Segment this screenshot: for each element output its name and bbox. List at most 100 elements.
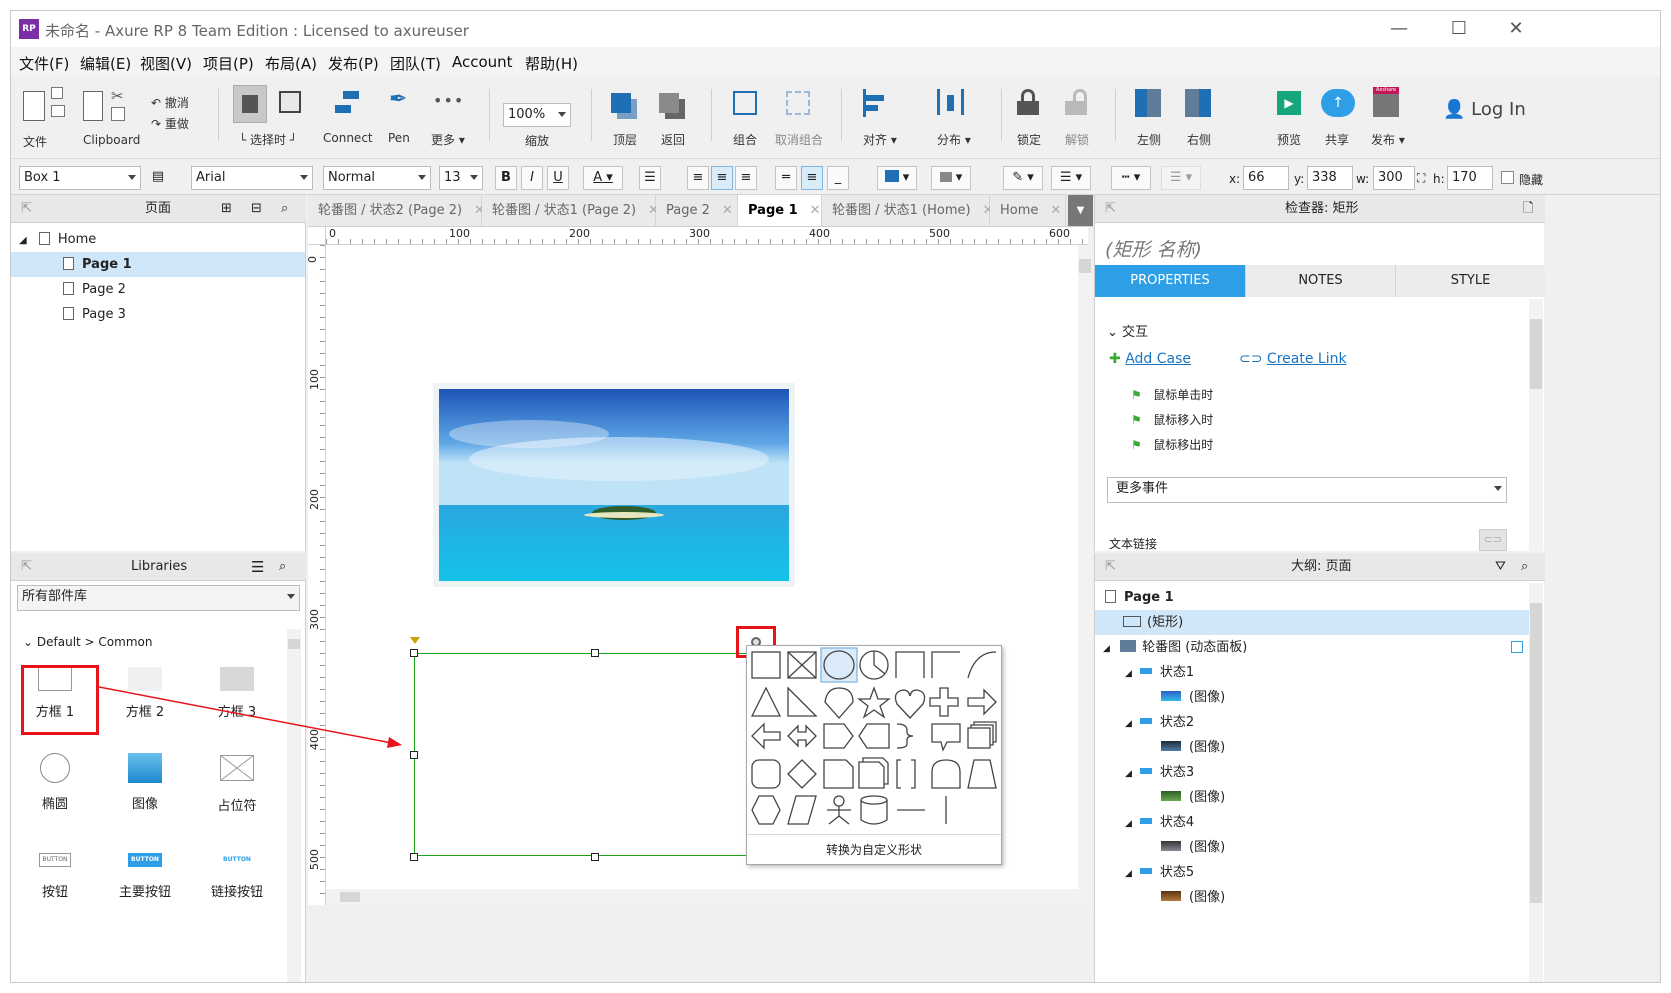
outline-row-image[interactable]: (图像) <box>1095 885 1535 910</box>
outline-row-image[interactable]: (图像) <box>1095 685 1535 710</box>
interaction-section-header[interactable]: ⌄ 交互 <box>1107 321 1148 340</box>
notes-page-icon[interactable]: 🗋 <box>1523 195 1533 223</box>
underline-button[interactable]: U <box>547 166 569 190</box>
inspector-scrollbar[interactable] <box>1529 299 1543 551</box>
valign-bottom-icon[interactable]: _ <box>827 166 849 190</box>
shape-cross[interactable] <box>929 687 959 717</box>
line-pattern-button[interactable]: ┅ ▾ <box>1111 166 1151 190</box>
outline-row-image[interactable]: (图像) <box>1095 835 1535 860</box>
lock-ratio-icon[interactable]: ⛶ <box>1417 171 1425 186</box>
more-button[interactable]: 更多 ▾ <box>431 131 465 148</box>
expand-icon[interactable]: ◢ <box>1125 769 1132 779</box>
tree-item-page-2[interactable]: Page 2 <box>11 277 305 302</box>
login-button[interactable]: 👤 Log In <box>1443 99 1526 120</box>
shape-right-triangle[interactable] <box>787 686 818 717</box>
x-input[interactable]: 66 <box>1243 166 1289 190</box>
bring-to-front-icon[interactable] <box>611 93 631 113</box>
library-item-image[interactable]: 图像 <box>105 749 185 812</box>
add-case-button[interactable]: ✚ Add Case <box>1109 351 1191 367</box>
corner-radius-handle[interactable] <box>410 637 420 644</box>
outline-row-state4[interactable]: ◢ 状态4 <box>1095 810 1535 835</box>
copy-icon[interactable] <box>111 107 125 121</box>
widget-name-select[interactable]: Box 1 <box>19 166 141 190</box>
shadow-button[interactable]: ▾ <box>931 166 971 190</box>
expand-icon[interactable]: ◢ <box>1103 644 1110 654</box>
shape-actor[interactable] <box>827 795 851 825</box>
shape-x-box[interactable] <box>787 651 817 679</box>
resize-handle[interactable] <box>410 853 418 861</box>
shape-arc[interactable] <box>967 651 997 679</box>
align-right-icon[interactable]: ≡ <box>735 166 757 190</box>
search-icon[interactable]: ⌕ <box>281 195 288 223</box>
scroll-thumb[interactable] <box>1079 259 1091 273</box>
shape-arrow-left[interactable] <box>751 722 781 750</box>
library-select[interactable]: 所有部件库 <box>17 585 300 611</box>
hide-checkbox[interactable] <box>1501 171 1514 184</box>
close-button[interactable]: ✕ <box>1493 15 1539 43</box>
tab-overflow-button[interactable]: ▼ <box>1068 195 1093 226</box>
w-input[interactable]: 300 <box>1373 166 1415 190</box>
connect-button[interactable] <box>335 91 361 117</box>
widget-name-input[interactable]: (矩形 名称) <box>1105 235 1202 262</box>
create-link-button[interactable]: ⊂⊃ Create Link <box>1239 351 1347 367</box>
font-family-select[interactable]: Arial <box>191 166 313 190</box>
shape-trapezoid[interactable] <box>967 759 997 789</box>
shape-bracket[interactable] <box>896 759 916 789</box>
tree-item-page-1[interactable]: Page 1 <box>11 252 305 277</box>
resize-handle[interactable] <box>410 751 418 759</box>
shape-tear[interactable] <box>824 687 854 719</box>
send-to-back-icon[interactable] <box>659 93 679 113</box>
distribute-button[interactable]: 分布 ▾ <box>937 131 971 148</box>
expand-icon[interactable]: ◢ <box>1125 819 1132 829</box>
left-panel-icon[interactable] <box>1135 89 1161 117</box>
save-icon[interactable] <box>51 87 63 99</box>
menu-team[interactable]: 团队(T) <box>390 53 441 74</box>
event-on-click[interactable]: ⚑ 鼠标单击时 <box>1131 386 1213 403</box>
shape-triangle[interactable] <box>750 686 782 717</box>
shape-heart[interactable] <box>894 689 926 719</box>
collapse-icon[interactable]: ⇱ <box>1105 195 1116 223</box>
add-folder-icon[interactable]: ⊟ <box>251 195 262 223</box>
italic-button[interactable]: I <box>521 166 543 190</box>
publish-button[interactable]: 发布 ▾ <box>1371 131 1405 148</box>
expand-icon[interactable]: ◢ <box>1125 669 1132 679</box>
shape-diamond[interactable] <box>787 759 817 789</box>
bold-button[interactable]: B <box>495 166 517 190</box>
tab-page-1[interactable]: Page 1 ✕ <box>738 195 822 226</box>
library-item-primary-button[interactable]: BUTTON 主要按钮 <box>105 849 185 900</box>
tab-carousel-state1-home[interactable]: 轮番图 / 状态1 (Home) ✕ <box>822 195 994 226</box>
shape-rect-corner[interactable] <box>895 651 925 678</box>
close-icon[interactable]: ✕ <box>810 203 821 218</box>
select-contain-icon[interactable] <box>279 91 301 113</box>
scroll-thumb[interactable] <box>1530 319 1542 389</box>
open-icon[interactable] <box>51 105 65 117</box>
select-intersect-button[interactable] <box>233 85 267 123</box>
menu-file[interactable]: 文件(F) <box>19 53 69 74</box>
library-item-ellipse[interactable]: 椭圆 <box>15 749 95 812</box>
library-item-button[interactable]: BUTTON 按钮 <box>15 849 95 900</box>
shape-pie[interactable] <box>859 650 889 680</box>
category-header[interactable]: ⌄ Default > Common <box>23 635 152 649</box>
resize-handle[interactable] <box>410 649 418 657</box>
more-icon[interactable]: ••• <box>433 91 464 110</box>
shape-arrow-right[interactable] <box>967 688 997 716</box>
collapse-icon[interactable]: ⇱ <box>1105 553 1116 581</box>
shape-callout[interactable] <box>931 723 961 752</box>
tree-item-page-3[interactable]: Page 3 <box>11 302 305 327</box>
close-icon[interactable]: ✕ <box>722 203 733 218</box>
shape-document[interactable] <box>823 759 854 789</box>
shape-rectangle[interactable] <box>751 651 781 679</box>
tab-home[interactable]: Home ✕ <box>990 195 1066 226</box>
outline-scrollbar[interactable] <box>1529 583 1543 982</box>
menu-layout[interactable]: 布局(A) <box>265 53 317 74</box>
outline-row-carousel[interactable]: ◢ 轮番图 (动态面板) <box>1095 635 1535 660</box>
event-on-mouse-out[interactable]: ⚑ 鼠标移出时 <box>1131 436 1213 453</box>
fill-color-button[interactable]: ▾ <box>877 166 917 190</box>
text-link-button[interactable]: ⊂⊃ <box>1479 529 1507 551</box>
font-weight-select[interactable]: Normal <box>323 166 431 190</box>
h-input[interactable]: 170 <box>1447 166 1493 190</box>
unlock-icon[interactable] <box>1065 89 1087 117</box>
convert-to-custom-shape-button[interactable]: 转换为自定义形状 <box>747 834 1001 864</box>
maximize-button[interactable]: ☐ <box>1436 15 1482 43</box>
shape-rect-cut[interactable] <box>931 651 960 678</box>
